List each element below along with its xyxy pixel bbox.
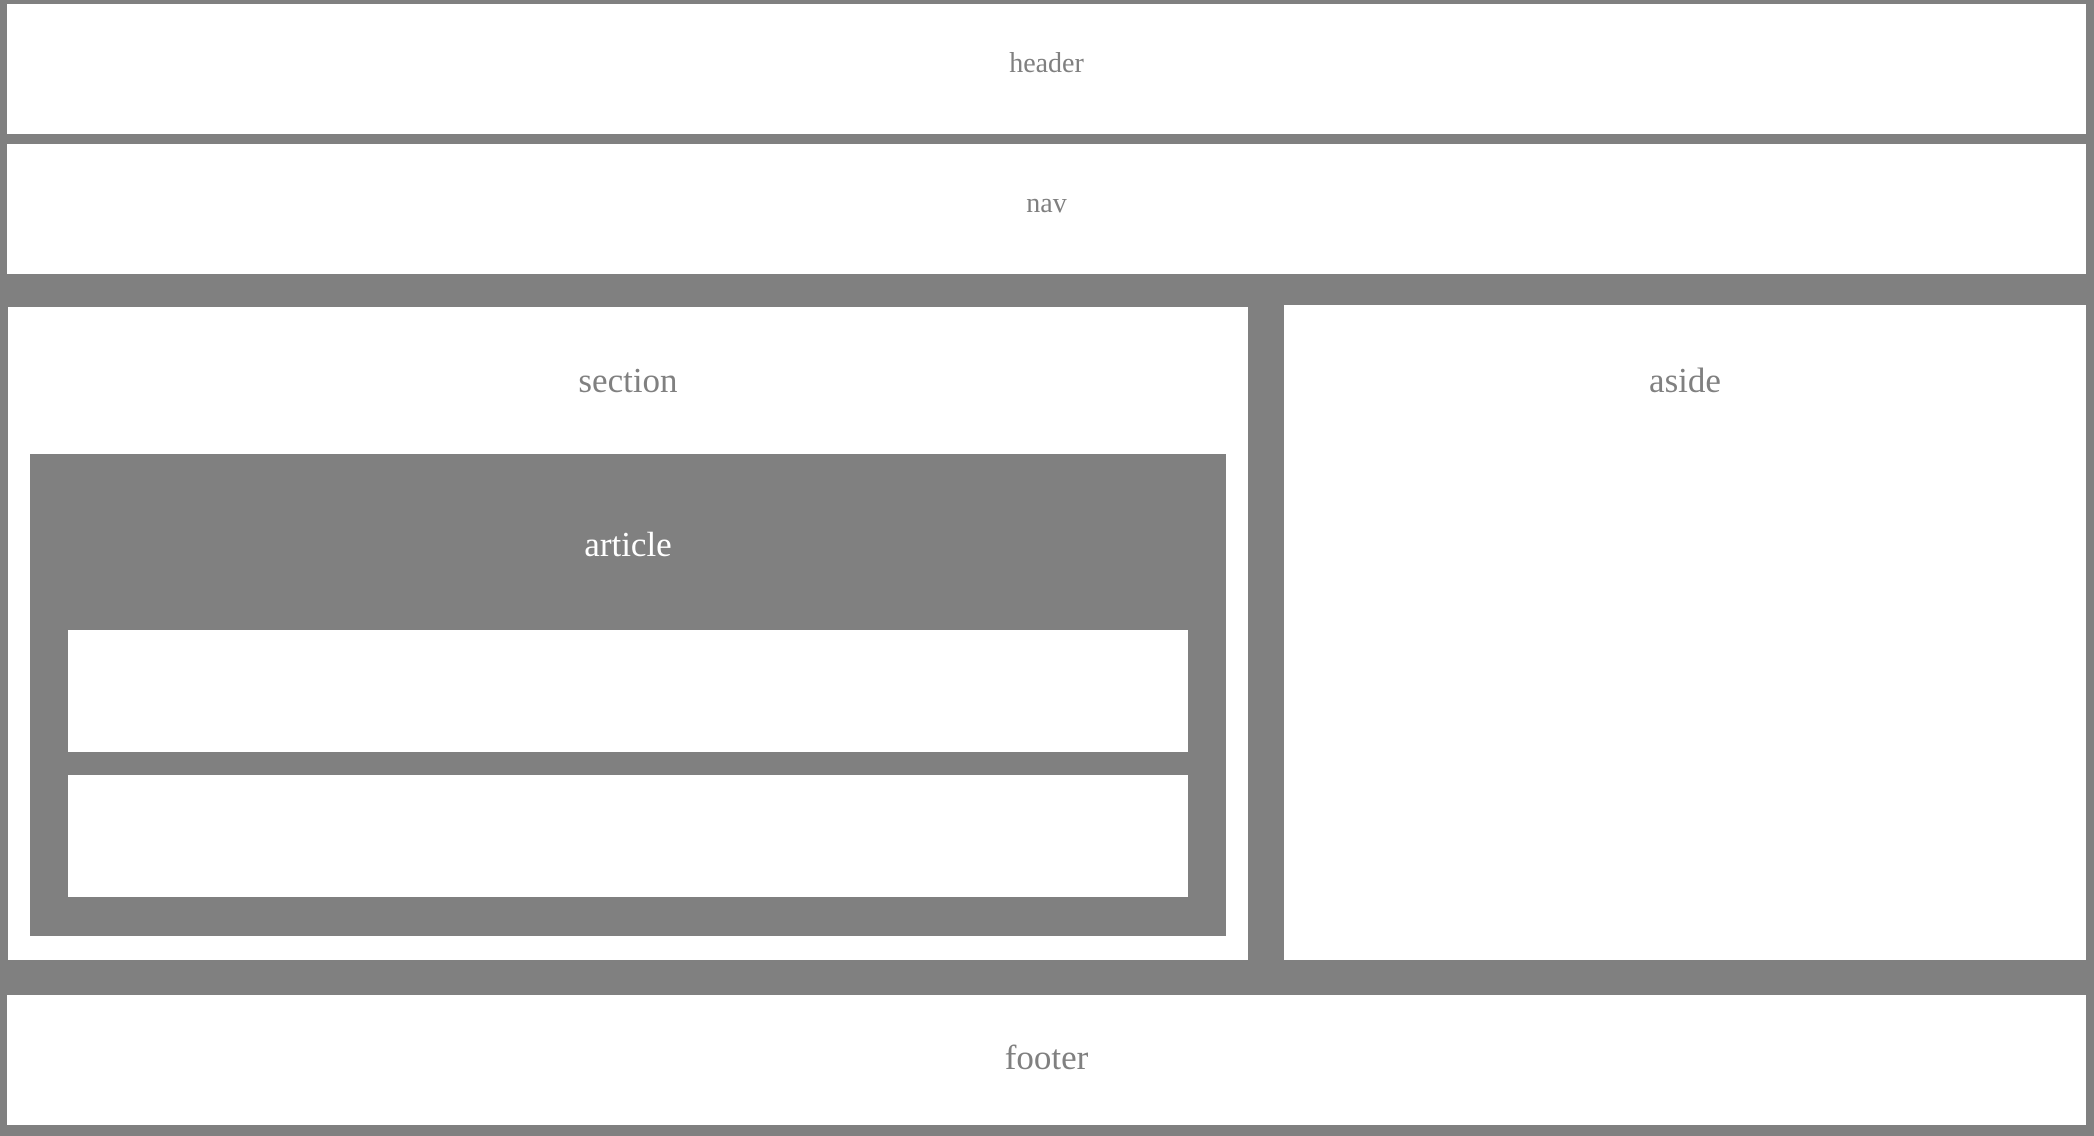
- header-label: header: [1009, 48, 1084, 79]
- aside-label: aside: [1649, 361, 1721, 400]
- footer-label: footer: [1004, 1038, 1089, 1077]
- aside-block: aside: [1284, 305, 2086, 960]
- paragraph-label: p: [619, 817, 637, 856]
- header-block: header: [7, 4, 2086, 134]
- nav-block: nav: [7, 144, 2086, 274]
- paragraph-block: p: [68, 775, 1188, 897]
- headings-block: h1, h2, h3: [68, 630, 1188, 752]
- article-block: article h1, h2, h3 p: [30, 454, 1226, 936]
- headings-label: h1, h2, h3: [555, 672, 701, 711]
- nav-label: nav: [1026, 188, 1067, 219]
- section-block: section article h1, h2, h3 p: [8, 307, 1248, 960]
- footer-block: footer: [7, 995, 2086, 1125]
- section-label: section: [578, 361, 678, 400]
- article-label: article: [584, 525, 672, 564]
